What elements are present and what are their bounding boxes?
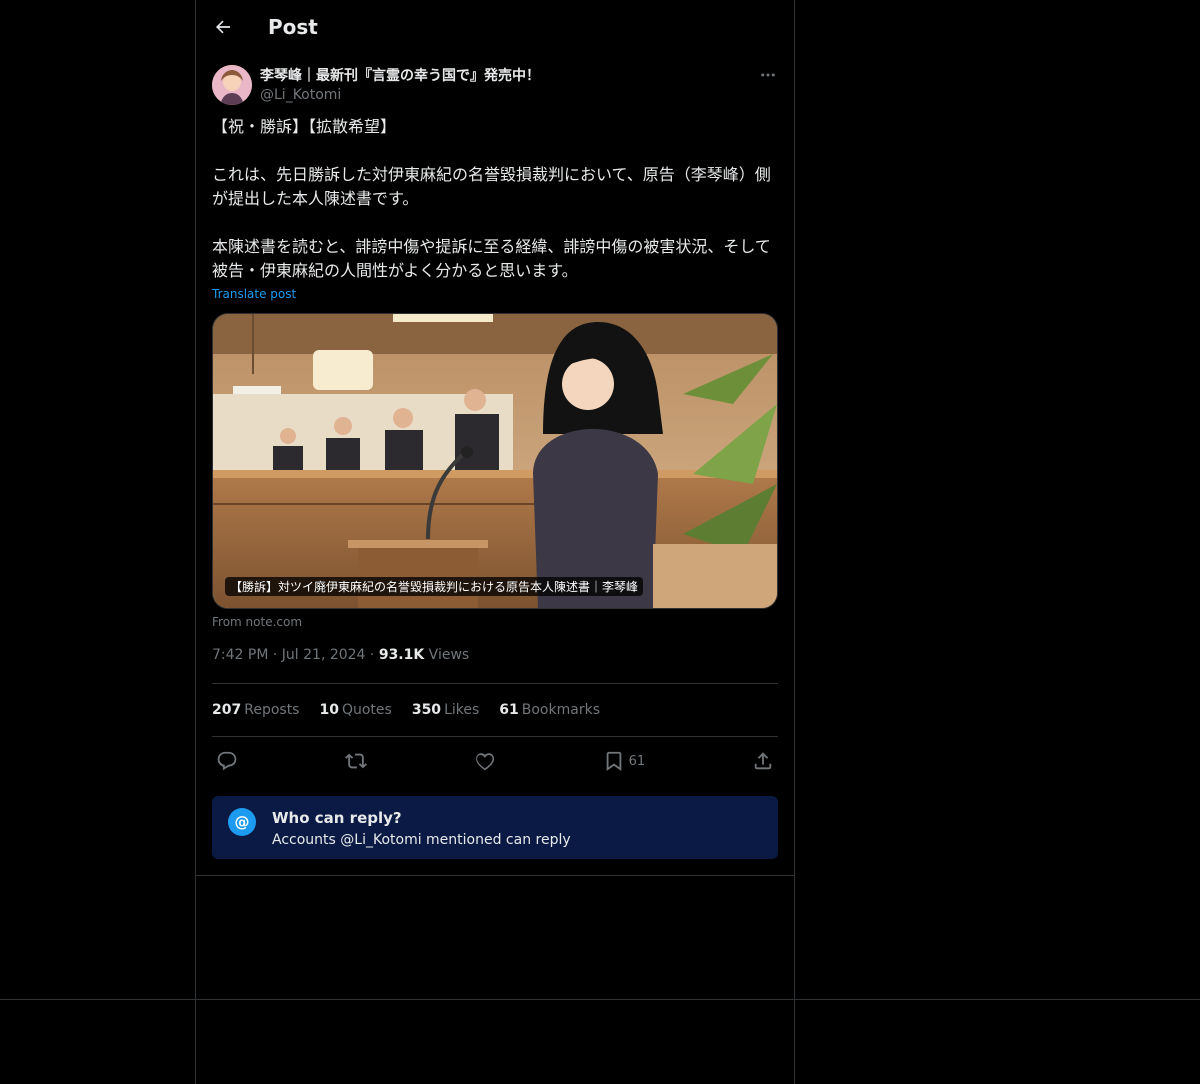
reposts-count: 207 [212,702,242,718]
bookmarks-count: 61 [499,702,519,718]
card-caption: 【勝訴】対ツイ廃伊東麻紀の名誉毀損裁判における原告本人陳述書｜李琴峰 [225,577,644,596]
who-can-reply-subtitle: Accounts @Li_Kotomi mentioned can reply [272,832,571,848]
reposts-stat[interactable]: 207 Reposts [212,702,299,718]
translate-link[interactable]: Translate post [212,287,296,301]
repost-icon [344,753,367,769]
quotes-label: Quotes [341,702,392,718]
action-bar: 61 [212,737,778,785]
bookmarks-label: Bookmarks [521,702,600,718]
meta-separator: · [272,647,282,663]
post-time[interactable]: 7:42 PM [212,647,268,663]
page-header: Post [196,0,794,53]
share-icon [754,752,772,770]
card-source[interactable]: From note.com [212,615,778,629]
likes-label: Likes [444,702,480,718]
author-names: 李琴峰｜最新刊『言霊の幸う国で』発売中！ @Li_Kotomi [260,65,540,105]
likes-count: 350 [411,702,442,718]
likes-stat[interactable]: 350 Likes [412,702,479,718]
post-date[interactable]: Jul 21, 2024 [282,647,366,663]
reply-button[interactable] [216,750,238,772]
quotes-stat[interactable]: 10 Quotes [319,702,391,718]
bookmark-count: 61 [628,753,646,769]
who-can-reply-box: @ Who can reply? Accounts @Li_Kotomi men… [212,796,778,859]
handle[interactable]: @Li_Kotomi [260,85,540,105]
display-name[interactable]: 李琴峰｜最新刊『言霊の幸う国で』発売中！ [260,67,540,85]
views-label: Views [428,647,470,663]
card-image [213,314,777,608]
more-button[interactable] [758,65,778,85]
reposts-label: Reposts [244,702,300,718]
repost-button[interactable] [344,750,367,772]
bottom-divider [0,999,1200,1000]
main-column: Post 李琴峰｜最新刊『言霊の幸う国で』発売中！ @Li_Kotomi 【祝・… [196,0,794,876]
bookmark-icon [606,751,621,771]
post-text: 【祝・勝訴】【拡散希望】 これは、先日勝訴した対伊東麻紀の名誉毀損裁判において、… [212,117,771,280]
arrow-left-icon [216,20,231,33]
right-column-border [794,0,795,1084]
heart-icon [475,753,494,771]
quotes-count: 10 [319,702,339,718]
share-button[interactable] [752,750,774,772]
page-title: Post [268,14,318,39]
avatar[interactable] [212,65,252,105]
post: 李琴峰｜最新刊『言霊の幸う国で』発売中！ @Li_Kotomi 【祝・勝訴】【拡… [196,65,794,859]
who-can-reply-title: Who can reply? [272,809,402,827]
link-card[interactable]: 【勝訴】対ツイ廃伊東麻紀の名誉毀損裁判における原告本人陳述書｜李琴峰 [212,313,778,609]
post-meta: 7:42 PM · Jul 21, 2024 · 93.1K Views [212,647,778,667]
bookmarks-stat[interactable]: 61 Bookmarks [499,702,600,718]
post-bottom-divider [196,875,794,876]
back-button[interactable] [206,10,240,44]
at-icon: @ [228,808,256,836]
more-icon [761,73,775,77]
who-can-reply-text: Who can reply? Accounts @Li_Kotomi menti… [272,808,571,850]
bookmark-button[interactable]: 61 [603,750,646,772]
meta-separator: · [369,647,379,663]
post-stats: 207 Reposts 10 Quotes 350 Likes 61 Bookmarks [212,684,778,736]
author-row: 李琴峰｜最新刊『言霊の幸う国で』発売中！ @Li_Kotomi [212,65,778,105]
reply-icon [217,751,237,771]
views-count: 93.1K [378,647,425,663]
like-button[interactable] [474,750,496,772]
